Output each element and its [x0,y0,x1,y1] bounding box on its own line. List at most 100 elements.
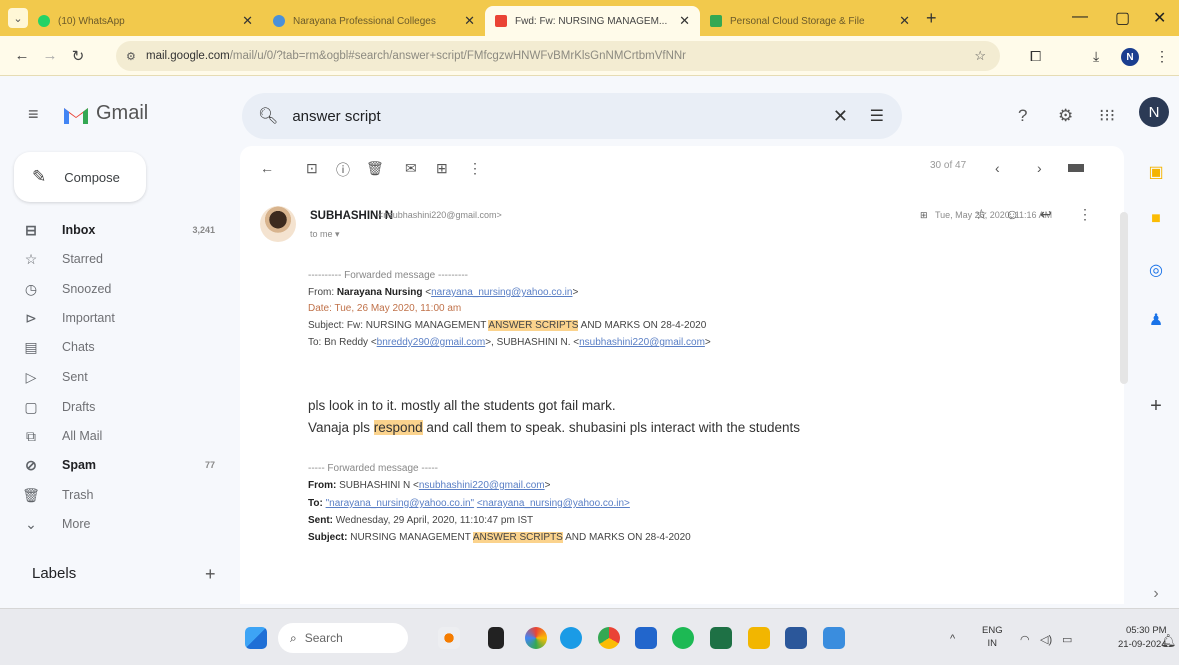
sidebar-item-trash[interactable]: 🗑 Trash [0,481,230,509]
site-info-icon[interactable]: ⚙ [126,50,136,63]
emoji-react-icon[interactable]: ☺ [1005,206,1019,222]
help-icon[interactable]: ? [1018,106,1027,126]
download-icon[interactable]: ⤓ [1093,48,1099,65]
recipient-details-toggle[interactable]: to me ▾ [310,229,340,240]
tab-gmail-active[interactable]: Fwd: Fw: NURSING MANAGEM... ✕ [485,6,700,36]
sender-avatar[interactable] [260,206,296,242]
globe-icon [273,15,285,27]
profile-avatar[interactable]: N [1121,48,1139,66]
chrome-icon[interactable] [598,627,620,649]
widgets-icon[interactable] [438,627,460,649]
search-options-icon[interactable]: ☰ [870,106,884,126]
archive-icon[interactable]: ⊡ [306,160,318,177]
apps-grid-icon[interactable]: ⁝⁝⁝ [1099,106,1115,126]
sidebar-item-starred[interactable]: ☆ Starred [0,245,230,273]
close-tab-icon[interactable]: ✕ [464,13,475,29]
forward-icon[interactable]: → [36,47,64,64]
account-avatar[interactable]: N [1139,97,1169,127]
expand-panel-icon[interactable]: › [1146,585,1166,603]
tab-narayana[interactable]: Narayana Professional Colleges ✕ [263,6,485,36]
get-addons-icon[interactable]: + [1146,395,1166,418]
chevron-up-icon[interactable]: ^ [950,633,955,645]
more-actions-icon[interactable]: ⋮ [468,160,482,177]
sidebar-item-snoozed[interactable]: ◷ Snoozed [0,275,230,303]
calendar-icon[interactable]: ▣ [1146,162,1166,182]
move-to-icon[interactable]: ⊞ [436,160,448,177]
app-icon[interactable] [635,627,657,649]
copilot-icon[interactable] [525,627,547,649]
back-to-list-icon[interactable]: ← [260,160,274,176]
keep-icon[interactable]: ■ [1146,210,1166,228]
close-tab-icon[interactable]: ✕ [899,13,910,29]
back-icon[interactable]: ← [8,47,36,64]
word-icon[interactable] [785,627,807,649]
star-icon[interactable]: ☆ [975,206,988,223]
input-tools-icon[interactable] [1068,164,1084,172]
url-bar[interactable]: ⚙ mail.google.com /mail/u/0/?tab=rm&ogbl… [116,41,1000,71]
mark-unread-icon[interactable]: ✉ [405,160,417,177]
task-view-icon[interactable] [488,627,504,649]
sidebar-item-important[interactable]: ⊳ Important [0,304,230,332]
main-menu-icon[interactable]: ≡ [28,104,39,125]
taskbar-search-label: Search [304,631,343,645]
delete-icon[interactable]: 🗑 [366,160,384,177]
minimize-icon[interactable]: — [1072,8,1088,26]
notification-bell-icon[interactable]: 🔔︎ [1160,633,1177,649]
reload-icon[interactable]: ↻ [64,47,92,65]
drive-icon [710,15,722,27]
maximize-icon[interactable]: ▢ [1115,8,1130,28]
battery-icon[interactable]: ▭ [1062,633,1072,646]
close-tab-icon[interactable]: ✕ [242,13,253,29]
tab-list-dropdown-icon[interactable]: ⌄ [8,8,28,28]
sidebar-item-spam[interactable]: ⊘ Spam 77 [0,451,230,479]
taskbar-search[interactable]: ⌕ Search [278,623,408,653]
spotify-icon[interactable] [672,627,694,649]
close-tab-icon[interactable]: ✕ [679,13,690,29]
sidebar-item-inbox[interactable]: ⊟ Inbox 3,241 [0,216,230,244]
browser-menu-icon[interactable]: ⋮ [1155,48,1169,65]
gmail-logo[interactable]: Gmail [62,102,148,125]
sidebar-item-drafts[interactable]: ▢ Drafts [0,393,230,421]
tab-whatsapp[interactable]: (10) WhatsApp ✕ [28,6,263,36]
edge-icon[interactable] [560,627,582,649]
email-link[interactable]: "narayana_nursing@yahoo.co.in" [326,498,474,509]
search-bar[interactable]: 🔍︎ answer script ✕ ☰ [242,93,902,139]
volume-icon[interactable]: ◁) [1040,633,1052,646]
extensions-icon[interactable]: ⧠ [1030,48,1041,65]
email-link[interactable]: narayana_nursing@yahoo.co.in [431,287,572,298]
excel-icon[interactable] [710,627,732,649]
search-input[interactable]: answer script [292,108,380,125]
newer-icon[interactable]: ‹ [995,160,1000,176]
email-link[interactable]: nsubhashini220@gmail.com [419,480,545,491]
windows-start-icon[interactable] [245,627,267,649]
sidebar-item-more[interactable]: ⌄ More [0,510,230,538]
older-icon[interactable]: › [1037,160,1042,176]
trash-icon: 🗑 [22,486,40,503]
unread-count: 77 [204,460,215,470]
reply-icon[interactable]: ↩ [1040,206,1052,223]
new-tab-button[interactable]: + [926,8,937,29]
bookmark-star-icon[interactable]: ☆ [974,48,986,64]
tasks-icon[interactable]: ◎ [1146,260,1166,280]
sidebar-item-all-mail[interactable]: ⧉ All Mail [0,422,230,450]
sidebar-item-sent[interactable]: ▷ Sent [0,363,230,391]
email-link[interactable]: <narayana_nursing@yahoo.co.in> [477,498,630,509]
clear-search-icon[interactable]: ✕ [833,106,848,127]
compose-button[interactable]: ✎ Compose [14,152,146,202]
close-window-icon[interactable]: ✕ [1153,8,1166,28]
search-icon[interactable]: 🔍︎ [258,106,278,126]
sidebar-item-chats[interactable]: ▤ Chats [0,333,230,361]
scrollbar[interactable] [1120,212,1128,384]
wifi-icon[interactable]: ◠ [1020,633,1030,646]
tab-drive[interactable]: Personal Cloud Storage & File ✕ [700,6,920,36]
file-explorer-icon[interactable] [748,627,770,649]
photos-icon[interactable] [823,627,845,649]
language-indicator[interactable]: ENG IN [982,624,1003,650]
add-label-button[interactable]: + [205,564,216,585]
report-spam-icon[interactable]: ⓘ [336,160,350,180]
email-link[interactable]: bnreddy290@gmail.com [377,337,486,348]
email-link[interactable]: nsubhashini220@gmail.com [579,337,705,348]
settings-gear-icon[interactable]: ⚙ [1058,106,1073,126]
contacts-icon[interactable]: ♟ [1146,310,1166,330]
more-options-icon[interactable]: ⋮ [1078,206,1092,223]
